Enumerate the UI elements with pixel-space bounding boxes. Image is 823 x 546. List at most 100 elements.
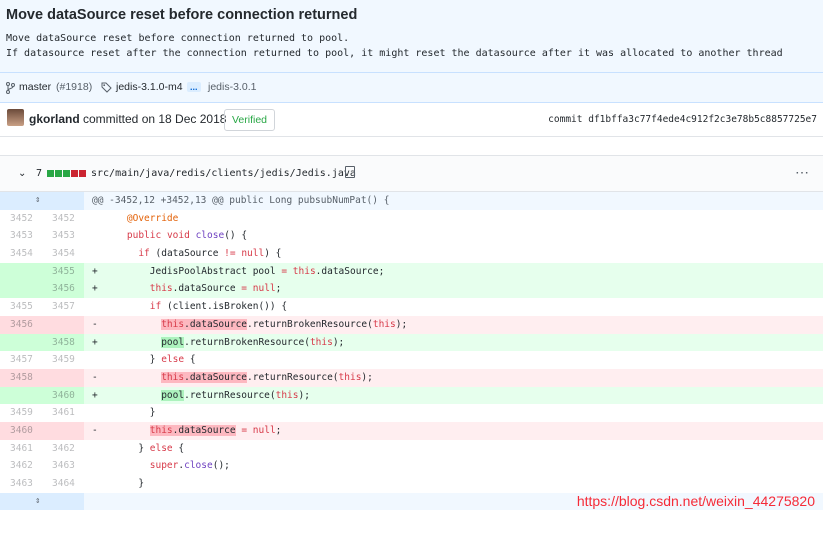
new-line-number[interactable]: 3458 xyxy=(42,333,84,352)
expand-cell[interactable]: ⇕ xyxy=(0,492,84,511)
commit-description-line: Move dataSource reset before connection … xyxy=(6,33,350,44)
new-line-number[interactable]: 3460 xyxy=(42,386,84,405)
code-line: this.dataSource = null; xyxy=(149,424,282,436)
avatar[interactable] xyxy=(7,109,24,126)
verified-badge[interactable]: Verified xyxy=(224,109,276,131)
branch-link[interactable]: master xyxy=(19,81,51,93)
unfold-icon[interactable]: ⇕ xyxy=(35,493,40,511)
file-path[interactable]: src/main/java/redis/clients/jedis/Jedis.… xyxy=(91,168,356,179)
commit-author: gkorland committed on 18 Dec 2018 xyxy=(29,112,226,126)
diff-sign: - xyxy=(92,318,98,330)
new-line-number[interactable] xyxy=(42,368,84,387)
new-line-number[interactable]: 3454 xyxy=(42,245,84,263)
diff-count: 7 xyxy=(36,168,43,179)
old-line-number[interactable]: 3455 xyxy=(0,298,42,316)
code-line: } else { xyxy=(104,354,196,366)
diff-line: 3456 + this.dataSource = null; xyxy=(0,280,823,299)
diff-line: 3456 - this.dataSource.returnBrokenResour… xyxy=(0,315,823,334)
old-line-number[interactable] xyxy=(0,386,42,405)
old-line-number[interactable]: 3459 xyxy=(0,404,42,422)
code-line: if (dataSource != null) { xyxy=(138,248,282,260)
diff-line: 3463 3464 } xyxy=(0,475,823,493)
old-line-number[interactable] xyxy=(0,280,42,299)
new-line-number[interactable]: 3462 xyxy=(42,440,84,458)
tag-link[interactable]: jedis-3.1.0-m4 xyxy=(116,81,183,93)
diff-sign: + xyxy=(92,389,98,401)
diff-line: 3454 3454 if (dataSource != null) { xyxy=(0,245,823,263)
diff-line: 3458 - this.dataSource.returnResource(thi… xyxy=(0,368,823,387)
diff-line: 3453 3453 public void close() { xyxy=(0,227,823,245)
commit-sha: commit df1bffa3c77f4ede4c912f2c3e78b5c88… xyxy=(548,114,817,125)
old-line-number[interactable]: 3454 xyxy=(0,245,42,263)
new-line-number[interactable] xyxy=(42,421,84,440)
unfold-icon[interactable]: ⇕ xyxy=(35,192,40,210)
diff-line: 3455 3457 if (client.isBroken()) { xyxy=(0,298,823,316)
commit-sha-value[interactable]: df1bffa3c77f4ede4c912f2c3e78b5c8857725e7 xyxy=(588,114,817,125)
code-line: if (client.isBroken()) { xyxy=(149,301,288,313)
new-line-number[interactable]: 3453 xyxy=(42,227,84,245)
new-line-number[interactable] xyxy=(42,315,84,334)
clipboard-icon[interactable] xyxy=(345,166,355,178)
old-line-number[interactable]: 3463 xyxy=(0,475,42,493)
more-tags-button[interactable]: ... xyxy=(187,82,201,92)
expand-cell[interactable]: ⇕ xyxy=(0,192,84,210)
diff-line: 3461 3462 } else { xyxy=(0,440,823,458)
new-line-number[interactable]: 3464 xyxy=(42,475,84,493)
diff-sign: + xyxy=(92,283,98,295)
code-line: pool.returnResource(this); xyxy=(161,389,310,401)
diff-sign: - xyxy=(92,424,98,436)
new-line-number[interactable]: 3452 xyxy=(42,210,84,228)
diff-line: 3462 3463 super.close(); xyxy=(0,457,823,475)
pull-request-link[interactable]: (#1918) xyxy=(56,81,92,93)
new-line-number[interactable]: 3456 xyxy=(42,280,84,299)
code-line: } else { xyxy=(104,442,185,454)
code-line: super.close(); xyxy=(149,460,230,472)
chevron-down-icon[interactable]: ⌄ xyxy=(18,168,26,179)
old-line-number[interactable] xyxy=(0,262,42,281)
old-line-number[interactable]: 3462 xyxy=(0,457,42,475)
diffstat-block xyxy=(71,170,78,177)
code-line: JedisPoolAbstract pool = this.dataSource… xyxy=(104,265,385,277)
diff-line: 3460 + pool.returnResource(this); xyxy=(0,386,823,405)
watermark: https://blog.csdn.net/weixin_44275820 xyxy=(576,493,815,509)
code-line: } xyxy=(104,478,145,489)
new-line-number[interactable]: 3457 xyxy=(42,298,84,316)
code-line: public void close() { xyxy=(126,230,248,242)
kebab-icon[interactable]: ⋯ xyxy=(795,164,809,181)
new-line-number[interactable]: 3463 xyxy=(42,457,84,475)
old-line-number[interactable]: 3453 xyxy=(0,227,42,245)
diffstat-block xyxy=(47,170,54,177)
old-line-number[interactable]: 3452 xyxy=(0,210,42,228)
hunk-header: ⇕ @@ -3452,12 +3452,13 @@ public Long pu… xyxy=(0,192,823,210)
code-line: } xyxy=(104,407,156,419)
commit-title: Move dataSource reset before connection … xyxy=(6,7,358,23)
commit-date: committed on 18 Dec 2018 xyxy=(79,112,227,126)
diff-table: ⇕ @@ -3452,12 +3452,13 @@ public Long pu… xyxy=(0,192,823,511)
diff-line: 3452 3452 @Override xyxy=(0,210,823,228)
tag-icon xyxy=(101,82,112,93)
code-line: @Override xyxy=(126,212,179,224)
old-line-number[interactable]: 3458 xyxy=(0,368,42,387)
tag-link[interactable]: jedis-3.0.1 xyxy=(208,81,256,93)
code-line: this.dataSource.returnResource(this); xyxy=(161,371,373,383)
hunk-header-text: @@ -3452,12 +3452,13 @@ public Long pubs… xyxy=(92,195,390,206)
old-line-number[interactable] xyxy=(0,333,42,352)
file-header: ⌄ 7 src/main/java/redis/clients/jedis/Je… xyxy=(0,155,823,192)
old-line-number[interactable]: 3456 xyxy=(0,315,42,334)
new-line-number[interactable]: 3455 xyxy=(42,262,84,281)
new-line-number[interactable]: 3459 xyxy=(42,351,84,369)
commit-description-line: If datasource reset after the connection… xyxy=(6,48,783,59)
code-line: this.dataSource = null; xyxy=(149,283,282,295)
old-line-number[interactable]: 3457 xyxy=(0,351,42,369)
author-link[interactable]: gkorland xyxy=(29,112,80,126)
commit-header: Move dataSource reset before connection … xyxy=(0,0,823,73)
diff-sign: + xyxy=(92,336,98,348)
diff-line: 3459 3461 } xyxy=(0,404,823,422)
git-branch-icon xyxy=(6,82,15,94)
commit-meta: gkorland committed on 18 Dec 2018 Verifi… xyxy=(0,103,823,137)
old-line-number[interactable]: 3460 xyxy=(0,421,42,440)
new-line-number[interactable]: 3461 xyxy=(42,404,84,422)
commit-sha-label: commit xyxy=(548,114,583,125)
branch-info: master (#1918) jedis-3.1.0-m4 ... jedis-… xyxy=(0,73,823,103)
old-line-number[interactable]: 3461 xyxy=(0,440,42,458)
